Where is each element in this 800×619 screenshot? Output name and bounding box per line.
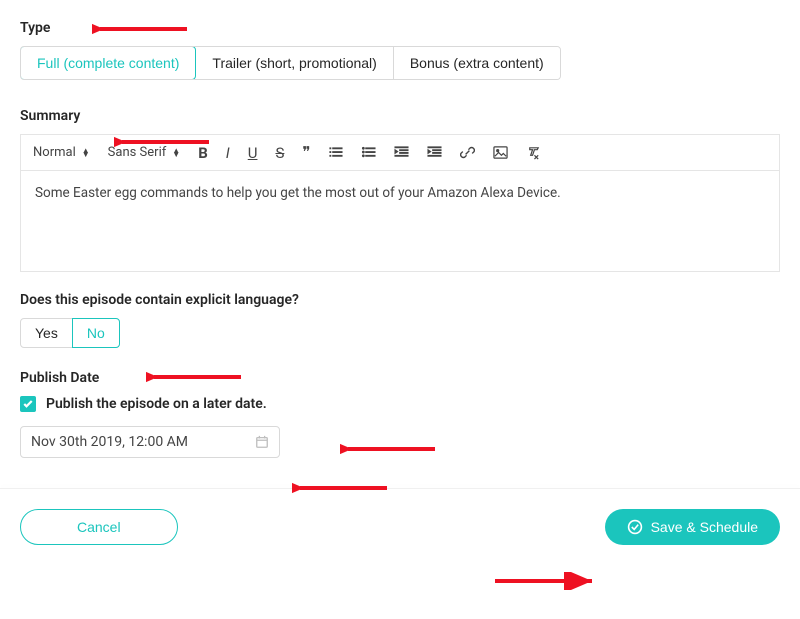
publish-date-value: Nov 30th 2019, 12:00 AM bbox=[31, 434, 188, 450]
font-family-value: Sans Serif bbox=[108, 145, 167, 160]
annotation-arrow bbox=[340, 440, 440, 458]
italic-button[interactable]: I bbox=[226, 144, 230, 162]
check-circle-icon bbox=[627, 519, 643, 535]
calendar-icon bbox=[255, 435, 269, 449]
strikethrough-button[interactable]: S bbox=[275, 144, 284, 162]
underline-button[interactable]: U bbox=[248, 144, 258, 162]
paragraph-style-value: Normal bbox=[33, 145, 76, 160]
check-icon bbox=[22, 398, 34, 410]
type-segmented-control: Full (complete content) Trailer (short, … bbox=[20, 46, 561, 80]
episode-form: Type Full (complete content) Trailer (sh… bbox=[20, 20, 780, 565]
editor-toolbar: Normal ▲▼ Sans Serif ▲▼ B I U S ❞ bbox=[21, 135, 779, 171]
indent-button[interactable] bbox=[427, 145, 442, 160]
paragraph-style-select[interactable]: Normal ▲▼ bbox=[33, 145, 90, 160]
bold-button[interactable]: B bbox=[198, 144, 208, 162]
clear-format-button[interactable] bbox=[526, 145, 541, 160]
chevron-updown-icon: ▲▼ bbox=[172, 149, 180, 157]
outdent-button[interactable] bbox=[394, 145, 409, 160]
explicit-label: Does this episode contain explicit langu… bbox=[20, 292, 780, 308]
type-label: Type bbox=[20, 20, 780, 36]
explicit-no[interactable]: No bbox=[72, 318, 120, 348]
form-footer: Cancel Save & Schedule bbox=[20, 509, 780, 565]
link-button[interactable] bbox=[460, 145, 475, 160]
font-family-select[interactable]: Sans Serif ▲▼ bbox=[108, 145, 181, 160]
ordered-list-button[interactable] bbox=[328, 145, 343, 160]
save-schedule-button[interactable]: Save & Schedule bbox=[605, 509, 780, 545]
publish-later-row: Publish the episode on a later date. bbox=[20, 396, 780, 412]
summary-textarea[interactable]: Some Easter egg commands to help you get… bbox=[21, 171, 779, 271]
cancel-button[interactable]: Cancel bbox=[20, 509, 178, 545]
chevron-updown-icon: ▲▼ bbox=[82, 149, 90, 157]
publish-later-checkbox[interactable] bbox=[20, 396, 36, 412]
unordered-list-button[interactable] bbox=[361, 145, 376, 160]
image-button[interactable] bbox=[493, 145, 508, 160]
publish-date-label: Publish Date bbox=[20, 370, 780, 386]
publish-later-label: Publish the episode on a later date. bbox=[46, 396, 267, 412]
publish-date-input[interactable]: Nov 30th 2019, 12:00 AM bbox=[20, 426, 280, 458]
explicit-yes[interactable]: Yes bbox=[20, 318, 73, 348]
summary-editor: Normal ▲▼ Sans Serif ▲▼ B I U S ❞ bbox=[20, 134, 780, 272]
type-option-trailer[interactable]: Trailer (short, promotional) bbox=[196, 47, 393, 79]
type-option-bonus[interactable]: Bonus (extra content) bbox=[394, 47, 560, 79]
footer-divider bbox=[0, 488, 800, 489]
explicit-segmented-control: Yes No bbox=[20, 318, 120, 348]
annotation-arrow bbox=[490, 572, 600, 590]
type-option-full[interactable]: Full (complete content) bbox=[20, 46, 196, 80]
summary-label: Summary bbox=[20, 108, 780, 124]
save-button-label: Save & Schedule bbox=[651, 519, 758, 535]
blockquote-button[interactable]: ❞ bbox=[302, 143, 310, 162]
